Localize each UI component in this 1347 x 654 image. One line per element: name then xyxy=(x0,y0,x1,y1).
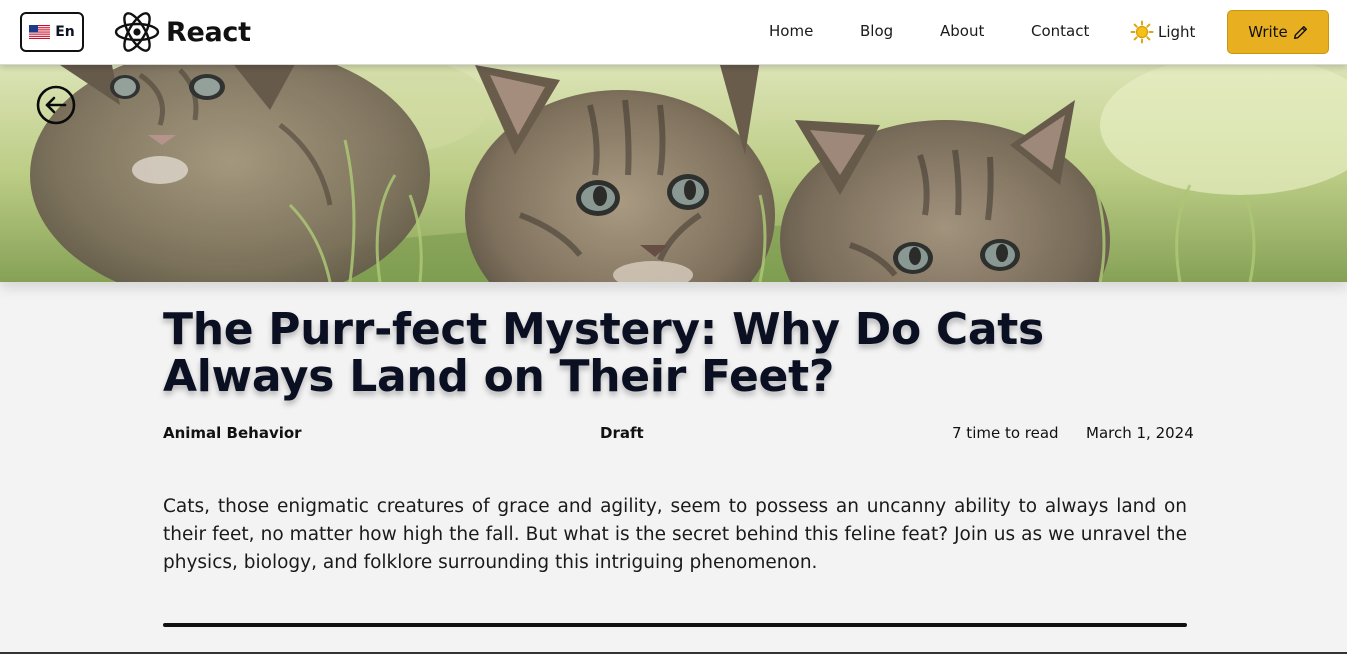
article-read-time: 7 time to read xyxy=(952,424,1059,442)
back-button[interactable] xyxy=(36,85,76,125)
language-label: En xyxy=(55,24,75,40)
brand-name: React xyxy=(166,16,251,48)
write-button-label: Write xyxy=(1248,23,1288,41)
top-navbar: En React Home Blog About Contact Light W… xyxy=(0,0,1347,65)
nav-link-blog[interactable]: Blog xyxy=(860,22,893,40)
pencil-icon xyxy=(1293,25,1307,39)
brand-logo[interactable]: React xyxy=(114,11,251,53)
react-atom-icon xyxy=(114,12,160,52)
language-switcher-button[interactable]: En xyxy=(20,12,84,52)
article-status-badge: Draft xyxy=(600,424,644,442)
nav-link-home[interactable]: Home xyxy=(769,22,813,40)
article-divider xyxy=(163,623,1187,627)
theme-toggle-label: Light xyxy=(1158,23,1196,41)
article-intro: Cats, those enigmatic creatures of grace… xyxy=(163,496,1187,573)
hero-image xyxy=(0,65,1347,282)
article-date: March 1, 2024 xyxy=(1086,424,1194,442)
theme-toggle[interactable]: Light xyxy=(1130,19,1195,45)
us-flag-icon xyxy=(29,25,51,39)
arrow-left-circle-icon xyxy=(36,85,76,125)
write-button[interactable]: Write xyxy=(1227,10,1329,54)
sun-icon xyxy=(1130,20,1154,44)
nav-link-contact[interactable]: Contact xyxy=(1031,22,1089,40)
kittens-photo xyxy=(0,65,1347,282)
article-category[interactable]: Animal Behavior xyxy=(163,424,302,442)
nav-link-about[interactable]: About xyxy=(940,22,984,40)
article-title: The Purr-fect Mystery: Why Do Cats Alway… xyxy=(163,304,1044,402)
